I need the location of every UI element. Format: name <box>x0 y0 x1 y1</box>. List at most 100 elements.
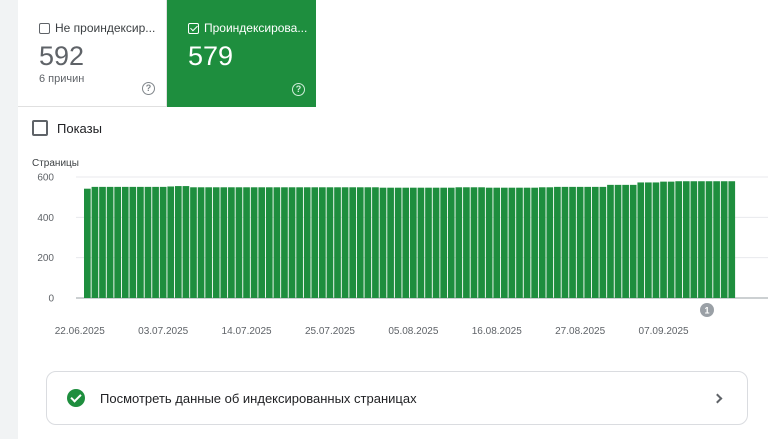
bar <box>713 181 720 298</box>
bar <box>311 187 319 298</box>
bar <box>84 188 91 298</box>
bar <box>258 187 266 298</box>
bar <box>614 184 622 298</box>
tab-indexed-header: Проиндексирова... <box>188 21 307 35</box>
indexed-pages-chart: Страницы 0 200 400 600 22.06.2025 03.07.2025 14… <box>32 158 768 337</box>
bar <box>349 187 357 298</box>
bar <box>538 187 546 298</box>
impressions-toggle[interactable]: Показы <box>32 120 102 136</box>
bar <box>273 187 281 298</box>
y-tick-label: 200 <box>37 253 54 264</box>
bar <box>523 187 531 298</box>
bar <box>243 187 250 298</box>
bar <box>463 187 470 298</box>
bar <box>455 187 463 298</box>
bar <box>121 186 129 298</box>
bar <box>698 181 705 298</box>
bar <box>129 186 137 298</box>
bar <box>190 187 197 298</box>
checkbox-icon[interactable] <box>39 22 50 34</box>
tab-not-indexed-label: Не проиндексир... <box>55 21 156 35</box>
tab-indexed[interactable]: Проиндексирова... 579 ? <box>167 0 316 107</box>
x-tick-label: 22.06.2025 <box>55 326 105 337</box>
bar <box>99 186 106 298</box>
bar <box>326 187 334 298</box>
bar <box>379 187 387 298</box>
bar <box>561 186 569 298</box>
bar <box>493 187 501 298</box>
bar <box>500 187 508 298</box>
bar <box>167 186 175 298</box>
bar <box>182 186 190 298</box>
y-axis-label: Страницы <box>32 158 79 169</box>
chevron-right-icon <box>712 393 723 403</box>
bar <box>599 186 607 298</box>
bar <box>91 186 99 298</box>
view-indexed-pages-label: Посмотреть данные об индексированных стр… <box>100 390 417 406</box>
bar <box>364 187 372 298</box>
bar <box>546 187 554 298</box>
bar <box>152 186 159 298</box>
bar <box>250 187 258 298</box>
bar <box>235 187 243 298</box>
annotation-label: 1 <box>704 306 709 316</box>
x-tick-label: 16.08.2025 <box>472 326 522 337</box>
bar <box>159 186 167 298</box>
tab-not-indexed-count: 592 <box>39 41 85 71</box>
status-tabs: Не проиндексир... 592 6 причин ? Проинде… <box>18 0 316 107</box>
bar <box>228 187 235 298</box>
bar <box>569 186 576 298</box>
bar <box>394 187 402 298</box>
view-indexed-pages-button[interactable]: Посмотреть данные об индексированных стр… <box>46 371 748 425</box>
bar <box>281 187 288 298</box>
y-tick-label: 400 <box>37 213 54 224</box>
bar <box>531 187 538 298</box>
bar <box>508 187 516 298</box>
bar <box>485 187 493 298</box>
help-icon[interactable]: ? <box>142 82 155 95</box>
report-panel: Не проиндексир... 592 6 причин ? Проинде… <box>18 0 768 439</box>
bar <box>728 181 736 298</box>
bar <box>174 186 182 298</box>
bar <box>440 187 448 298</box>
bar <box>356 187 364 298</box>
checkbox-checked-icon[interactable] <box>188 22 199 34</box>
x-tick-label: 05.08.2025 <box>388 326 438 337</box>
bar <box>341 187 349 298</box>
bar <box>682 181 690 298</box>
x-tick-label: 27.08.2025 <box>555 326 605 337</box>
bar <box>690 181 698 298</box>
bar <box>144 186 152 298</box>
y-tick-label: 0 <box>48 294 54 305</box>
bar <box>334 187 341 298</box>
help-icon[interactable]: ? <box>292 83 305 96</box>
bar <box>667 181 675 298</box>
bar <box>629 184 637 298</box>
bar <box>296 187 303 298</box>
bar <box>584 186 592 298</box>
bar <box>288 187 296 298</box>
x-tick-label: 25.07.2025 <box>305 326 355 337</box>
tab-not-indexed[interactable]: Не проиндексир... 592 6 причин ? <box>18 0 167 107</box>
check-circle-icon <box>67 389 85 407</box>
bar <box>106 186 114 298</box>
bar <box>303 187 311 298</box>
bar <box>645 182 652 298</box>
checkbox-icon[interactable] <box>32 120 48 136</box>
bar <box>554 186 561 298</box>
bar <box>425 187 432 298</box>
bar <box>516 187 523 298</box>
bar <box>478 187 485 298</box>
bar <box>591 186 599 298</box>
bar <box>622 184 629 298</box>
bar <box>137 186 144 298</box>
bar <box>576 186 584 298</box>
bar <box>660 181 667 298</box>
bar <box>637 182 645 298</box>
x-tick-label: 07.09.2025 <box>639 326 689 337</box>
tab-indexed-count: 579 <box>188 41 234 71</box>
x-tick-label: 14.07.2025 <box>222 326 272 337</box>
bar <box>205 187 212 298</box>
bar <box>114 186 122 298</box>
bar <box>417 187 425 298</box>
